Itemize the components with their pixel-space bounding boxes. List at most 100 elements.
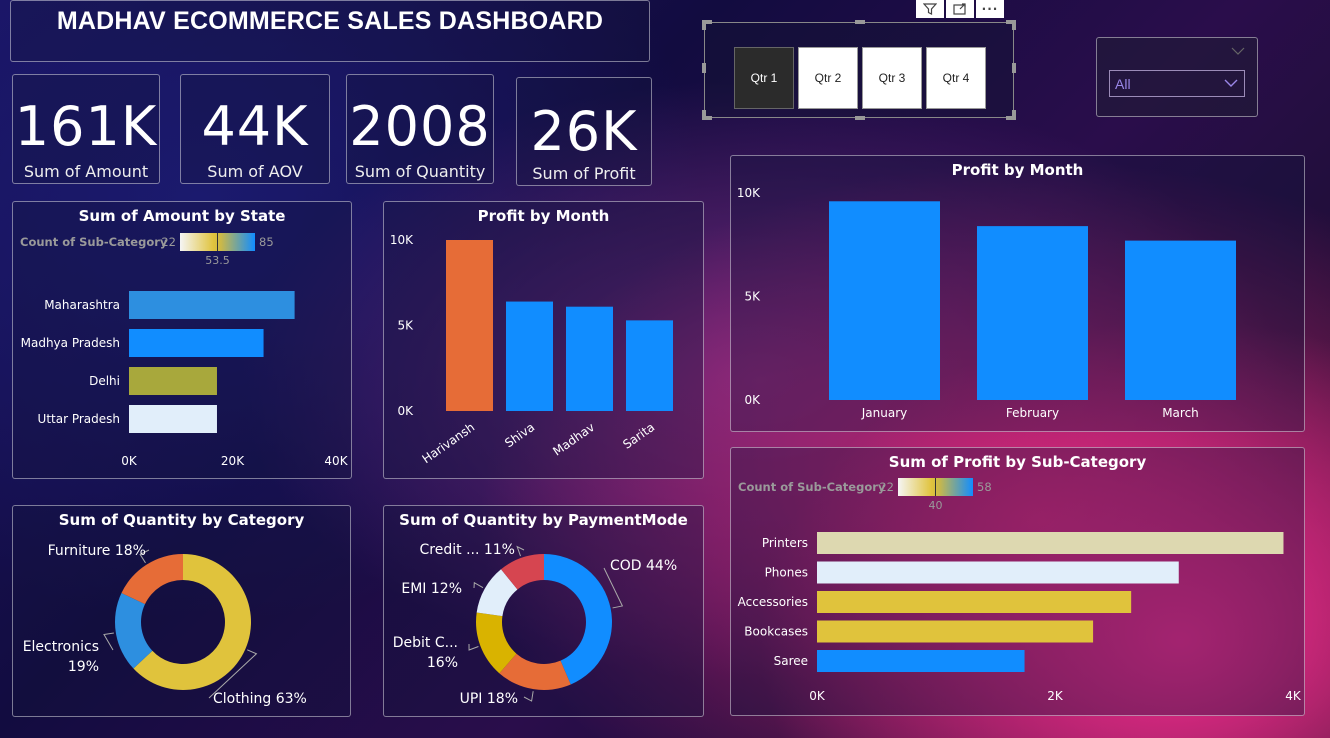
leader-line [473, 581, 484, 589]
kpi-card-profit[interactable]: 26K Sum of Profit [516, 77, 652, 186]
bar [129, 367, 217, 395]
legend-mid: 53.5 [205, 254, 230, 267]
chart-profit-by-month[interactable]: Profit by Month 0K 5K 10K January February Ma… [730, 155, 1305, 432]
slice-label: COD 44% [610, 558, 677, 574]
tick-label: 10K [390, 233, 414, 247]
chart-profit-by-name[interactable]: Profit by Month 0K 5K 10K Harivansh Shiva Mad… [383, 201, 704, 479]
filter-icon[interactable] [916, 0, 944, 18]
resize-handle[interactable] [855, 20, 865, 24]
tick-label: 20K [221, 454, 245, 468]
chart-profit-by-subcategory[interactable]: Sum of Profit by Sub-Category Count of S… [730, 447, 1305, 716]
slice-label: 19% [68, 659, 99, 675]
dropdown-value: All [1115, 76, 1131, 92]
legend-min: 22 [879, 480, 894, 494]
slice-label: Electronics [23, 639, 99, 655]
bar [817, 561, 1179, 584]
bar [829, 201, 940, 400]
category-label: Printers [762, 536, 808, 550]
quantity-by-paymentmode-svg: COD 44% UPI 18% Debit C... 16% EMI 12% Credit… [393, 542, 677, 707]
slicer-qtr-2[interactable]: Qtr 2 [798, 47, 858, 109]
kpi-value: 26K [530, 100, 638, 163]
bar [817, 620, 1094, 643]
bar [626, 320, 673, 411]
tick-label: 5K [397, 319, 414, 333]
category-label: Phones [765, 566, 808, 580]
slice-label: Clothing 63% [213, 691, 307, 707]
resize-handle[interactable] [702, 20, 712, 24]
resize-handle[interactable] [1006, 116, 1016, 120]
chevron-down-icon[interactable] [1231, 47, 1245, 55]
kpi-label: Sum of Quantity [354, 162, 486, 181]
kpi-value: 2008 [349, 95, 491, 158]
kpi-label: Sum of AOV [207, 162, 303, 181]
bar [977, 226, 1088, 400]
bar [817, 591, 1132, 613]
legend-title: Count of Sub-Category [20, 235, 168, 249]
slice-label: UPI 18% [460, 691, 518, 707]
profit-by-subcategory-svg: Count of Sub-Category22 58 40 Printers Phone… [738, 478, 1302, 703]
bar [1125, 240, 1236, 400]
tick-label: 5K [744, 290, 761, 304]
category-label: Bookcases [744, 625, 808, 639]
quantity-by-category-svg: Clothing 63% Electronics 19% Furniture 18% [23, 543, 307, 707]
category-label: February [1006, 406, 1059, 420]
dropdown-slicer: All [1096, 37, 1258, 117]
tick-label: 4K [1285, 689, 1302, 703]
tick-label: 0K [121, 454, 138, 468]
legend-min: 22 [161, 235, 176, 249]
slicer-qtr-4[interactable]: Qtr 4 [926, 47, 986, 109]
quarter-slicer: Qtr 1 Qtr 2 Qtr 3 Qtr 4 [702, 20, 1016, 120]
leader-line [516, 545, 525, 557]
legend-title: Count of Sub-Category [738, 480, 886, 494]
resize-handle[interactable] [702, 116, 712, 120]
amount-by-state-svg: Count of Sub-Category22 85 53.5 Maharashtra… [20, 233, 349, 468]
bar [817, 650, 1025, 672]
tick-label: 0K [397, 404, 414, 418]
kpi-label: Sum of Amount [23, 162, 149, 181]
profit-by-month-svg: 0K 5K 10K January February March [737, 186, 1236, 420]
visual-header-icons: ··· [916, 0, 1004, 18]
focus-mode-icon[interactable] [946, 0, 974, 18]
bar [817, 532, 1284, 554]
resize-handle[interactable] [1012, 63, 1016, 73]
category-label: Madhya Pradesh [21, 336, 120, 350]
category-label: Harivansh [420, 420, 478, 466]
leader-line [103, 632, 114, 651]
bar [446, 240, 493, 411]
category-label: Accessories [738, 595, 808, 609]
kpi-card-quantity[interactable]: 2008 Sum of Quantity [346, 74, 494, 184]
tick-label: 0K [744, 393, 761, 407]
resize-handle[interactable] [1006, 20, 1016, 24]
slice-label: Debit C... [393, 635, 458, 651]
category-label: Shiva [502, 420, 537, 450]
kpi-card-aov[interactable]: 44K Sum of AOV [180, 74, 330, 184]
slicer-qtr-3[interactable]: Qtr 3 [862, 47, 922, 109]
bar [129, 291, 295, 319]
leader-line [523, 691, 534, 702]
chart-quantity-by-category[interactable]: Sum of Quantity by Category Clothing 63%… [12, 505, 351, 717]
kpi-value: 44K [201, 95, 309, 158]
resize-handle[interactable] [855, 116, 865, 120]
kpi-card-amount[interactable]: 161K Sum of Amount [12, 74, 160, 184]
category-label: Uttar Pradesh [38, 412, 120, 426]
legend-mid: 40 [929, 499, 943, 512]
resize-handle[interactable] [702, 63, 706, 73]
slicer-qtr-1[interactable]: Qtr 1 [734, 47, 794, 109]
category-label: Saree [774, 654, 808, 668]
kpi-value: 161K [14, 95, 158, 158]
category-label: Sarita [620, 420, 657, 452]
tick-label: 40K [324, 454, 348, 468]
donut-slice [121, 554, 183, 605]
chart-amount-by-state[interactable]: Sum of Amount by State Count of Sub-Cate… [12, 201, 352, 479]
more-options-icon[interactable]: ··· [976, 0, 1004, 18]
legend-max: 58 [977, 480, 992, 494]
category-label: January [861, 406, 908, 420]
category-label: Madhav [550, 420, 597, 459]
slice-label: Furniture 18% [48, 543, 146, 559]
chevron-down-icon [1224, 79, 1238, 87]
dropdown-select[interactable]: All [1109, 70, 1245, 97]
chart-quantity-by-paymentmode[interactable]: Sum of Quantity by PaymentMode COD 44% UP… [383, 505, 704, 717]
profit-by-name-svg: 0K 5K 10K Harivansh Shiva Madhav Sarita [390, 233, 673, 466]
slice-label: Credit ... 11% [420, 542, 515, 558]
bar [566, 306, 613, 411]
